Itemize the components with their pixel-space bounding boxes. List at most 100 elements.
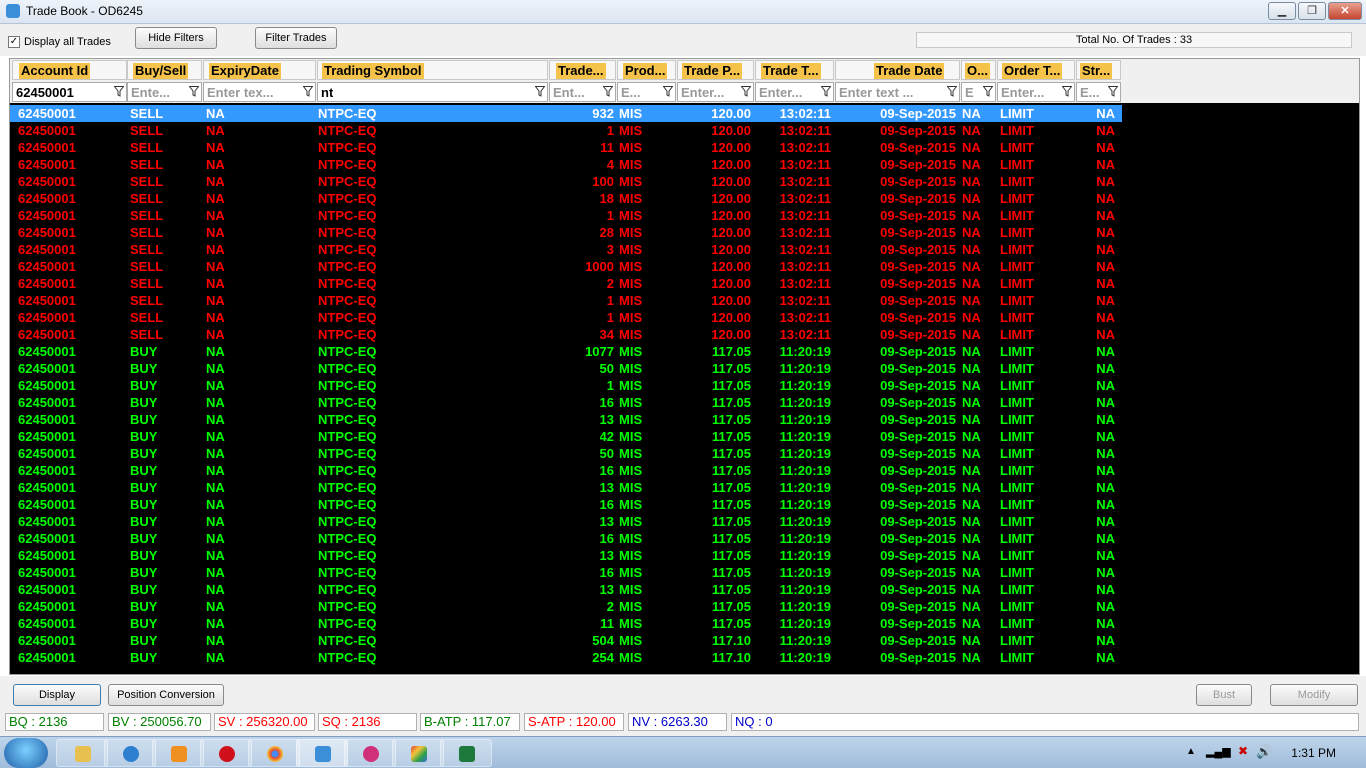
filter-funnel-icon[interactable]	[740, 86, 752, 98]
table-row[interactable]: 62450001 BUY NA NTPC-EQ 42 MIS 117.05 11:20:19 0…	[10, 428, 1122, 445]
start-button[interactable]	[4, 738, 48, 768]
filter-input-order_type[interactable]: Enter...	[997, 82, 1075, 102]
column-header-o[interactable]: O...	[961, 60, 996, 80]
filter-funnel-icon[interactable]	[982, 86, 994, 98]
column-header-date[interactable]: Trade Date	[835, 60, 960, 80]
cell-prod: MIS	[619, 633, 643, 648]
network-error-icon[interactable]: ✖	[1238, 744, 1248, 758]
filter-input-side[interactable]: Ente...	[127, 82, 202, 102]
media-taskbar-button[interactable]	[152, 739, 204, 767]
table-row[interactable]: 62450001 SELL NA NTPC-EQ 100 MIS 120.00 13:02:1…	[10, 173, 1122, 190]
explorer-taskbar-button[interactable]	[56, 739, 108, 767]
column-header-time[interactable]: Trade T...	[755, 60, 834, 80]
display-all-trades-toggle[interactable]: ✓ Display all Trades	[8, 36, 111, 48]
filter-trades-button[interactable]: Filter Trades	[255, 27, 337, 49]
cell-account: 62450001	[18, 582, 76, 597]
display-button[interactable]: Display	[13, 684, 101, 706]
filter-input-expiry[interactable]: Enter tex...	[203, 82, 316, 102]
position-conversion-button[interactable]: Position Conversion	[108, 684, 224, 706]
table-row[interactable]: 62450001 BUY NA NTPC-EQ 16 MIS 117.05 11:20:19 0…	[10, 530, 1122, 547]
hide-filters-button[interactable]: Hide Filters	[135, 27, 217, 49]
table-row[interactable]: 62450001 SELL NA NTPC-EQ 932 MIS 120.00 13:02:1…	[10, 105, 1122, 122]
column-header-prod[interactable]: Prod...	[617, 60, 676, 80]
table-row[interactable]: 62450001 BUY NA NTPC-EQ 13 MIS 117.05 11:20:19 0…	[10, 411, 1122, 428]
column-header-strike[interactable]: Str...	[1076, 60, 1121, 80]
filter-input-o[interactable]: E	[961, 82, 996, 102]
app3-taskbar-button[interactable]	[392, 739, 444, 767]
ie-taskbar-button[interactable]	[104, 739, 156, 767]
table-row[interactable]: 62450001 BUY NA NTPC-EQ 50 MIS 117.05 11:20:19 0…	[10, 360, 1122, 377]
column-header-qty[interactable]: Trade...	[549, 60, 616, 80]
filter-input-price[interactable]: Enter...	[677, 82, 754, 102]
excel-taskbar-button[interactable]	[440, 739, 492, 767]
bust-button[interactable]: Bust	[1196, 684, 1252, 706]
trading-app-taskbar-button[interactable]	[296, 739, 348, 767]
chrome-taskbar-button[interactable]	[248, 739, 300, 767]
table-row[interactable]: 62450001 SELL NA NTPC-EQ 1 MIS 120.00 13:02:11 0…	[10, 122, 1122, 139]
column-header-symbol[interactable]: Trading Symbol	[317, 60, 548, 80]
signal-icon[interactable]: ▂▄▆	[1206, 745, 1231, 758]
filter-funnel-icon[interactable]	[820, 86, 832, 98]
table-row[interactable]: 62450001 BUY NA NTPC-EQ 13 MIS 117.05 11:20:19 0…	[10, 581, 1122, 598]
filter-input-prod[interactable]: E...	[617, 82, 676, 102]
filter-input-account[interactable]: 62450001	[12, 82, 127, 102]
filter-funnel-icon[interactable]	[662, 86, 674, 98]
app2-taskbar-button[interactable]	[344, 739, 396, 767]
table-row[interactable]: 62450001 BUY NA NTPC-EQ 16 MIS 117.05 11:20:19 0…	[10, 496, 1122, 513]
table-row[interactable]: 62450001 BUY NA NTPC-EQ 16 MIS 117.05 11:20:19 0…	[10, 394, 1122, 411]
filter-input-date[interactable]: Enter text ...	[835, 82, 960, 102]
table-row[interactable]: 62450001 SELL NA NTPC-EQ 3 MIS 120.00 13:02:11 0…	[10, 241, 1122, 258]
column-header-expiry[interactable]: ExpiryDate	[203, 60, 316, 80]
table-row[interactable]: 62450001 SELL NA NTPC-EQ 1 MIS 120.00 13:02:11 0…	[10, 292, 1122, 309]
filter-input-symbol[interactable]: nt	[317, 82, 548, 102]
table-row[interactable]: 62450001 BUY NA NTPC-EQ 504 MIS 117.10 11:20:19…	[10, 632, 1122, 649]
display-all-trades-checkbox[interactable]: ✓	[8, 36, 20, 48]
table-row[interactable]: 62450001 SELL NA NTPC-EQ 1 MIS 120.00 13:02:11 0…	[10, 207, 1122, 224]
table-row[interactable]: 62450001 SELL NA NTPC-EQ 1 MIS 120.00 13:02:11 0…	[10, 309, 1122, 326]
cell-time: 11:20:19	[779, 633, 831, 648]
filter-funnel-icon[interactable]	[188, 86, 200, 98]
close-button[interactable]: ✕	[1328, 2, 1362, 20]
filter-input-qty[interactable]: Ent...	[549, 82, 616, 102]
table-row[interactable]: 62450001 SELL NA NTPC-EQ 4 MIS 120.00 13:02:11 0…	[10, 156, 1122, 173]
table-row[interactable]: 62450001 SELL NA NTPC-EQ 28 MIS 120.00 13:02:11…	[10, 224, 1122, 241]
cell-expiry: NA	[206, 548, 225, 563]
filter-funnel-icon[interactable]	[946, 86, 958, 98]
table-row[interactable]: 62450001 BUY NA NTPC-EQ 13 MIS 117.05 11:20:19 0…	[10, 513, 1122, 530]
table-row[interactable]: 62450001 SELL NA NTPC-EQ 18 MIS 120.00 13:02:11…	[10, 190, 1122, 207]
tray-expand-icon[interactable]: ▲	[1186, 746, 1196, 757]
table-row[interactable]: 62450001 BUY NA NTPC-EQ 16 MIS 117.05 11:20:19 0…	[10, 564, 1122, 581]
table-row[interactable]: 62450001 BUY NA NTPC-EQ 13 MIS 117.05 11:20:19 0…	[10, 479, 1122, 496]
table-row[interactable]: 62450001 BUY NA NTPC-EQ 1077 MIS 117.05 11:20:1…	[10, 343, 1122, 360]
modify-button[interactable]: Modify	[1270, 684, 1358, 706]
filter-funnel-icon[interactable]	[113, 86, 125, 98]
column-header-account[interactable]: Account Id	[12, 60, 127, 80]
clock[interactable]: 1:31 PM	[1291, 746, 1336, 760]
table-row[interactable]: 62450001 SELL NA NTPC-EQ 11 MIS 120.00 13:02:11…	[10, 139, 1122, 156]
table-row[interactable]: 62450001 BUY NA NTPC-EQ 13 MIS 117.05 11:20:19 0…	[10, 547, 1122, 564]
filter-funnel-icon[interactable]	[1061, 86, 1073, 98]
table-row[interactable]: 62450001 BUY NA NTPC-EQ 50 MIS 117.05 11:20:19 0…	[10, 445, 1122, 462]
table-row[interactable]: 62450001 BUY NA NTPC-EQ 254 MIS 117.10 11:20:19…	[10, 649, 1122, 666]
cell-strike: NA	[1096, 327, 1115, 342]
filter-funnel-icon[interactable]	[534, 86, 546, 98]
table-row[interactable]: 62450001 BUY NA NTPC-EQ 11 MIS 117.05 11:20:19 0…	[10, 615, 1122, 632]
table-row[interactable]: 62450001 BUY NA NTPC-EQ 2 MIS 117.05 11:20:19 09…	[10, 598, 1122, 615]
opera-taskbar-button[interactable]	[200, 739, 252, 767]
maximize-button[interactable]: ❐	[1298, 2, 1326, 20]
table-row[interactable]: 62450001 SELL NA NTPC-EQ 34 MIS 120.00 13:02:11…	[10, 326, 1122, 343]
table-row[interactable]: 62450001 BUY NA NTPC-EQ 16 MIS 117.05 11:20:19 0…	[10, 462, 1122, 479]
filter-funnel-icon[interactable]	[1107, 86, 1119, 98]
volume-icon[interactable]: 🔊	[1256, 744, 1272, 760]
table-row[interactable]: 62450001 BUY NA NTPC-EQ 1 MIS 117.05 11:20:19 09…	[10, 377, 1122, 394]
column-header-order_type[interactable]: Order T...	[997, 60, 1075, 80]
table-row[interactable]: 62450001 SELL NA NTPC-EQ 2 MIS 120.00 13:02:11 0…	[10, 275, 1122, 292]
column-header-price[interactable]: Trade P...	[677, 60, 754, 80]
table-row[interactable]: 62450001 SELL NA NTPC-EQ 1000 MIS 120.00 13:02:…	[10, 258, 1122, 275]
filter-funnel-icon[interactable]	[302, 86, 314, 98]
column-header-side[interactable]: Buy/Sell	[127, 60, 202, 80]
minimize-button[interactable]: ▁	[1268, 2, 1296, 20]
filter-funnel-icon[interactable]	[602, 86, 614, 98]
filter-input-strike[interactable]: E...	[1076, 82, 1121, 102]
filter-input-time[interactable]: Enter...	[755, 82, 834, 102]
